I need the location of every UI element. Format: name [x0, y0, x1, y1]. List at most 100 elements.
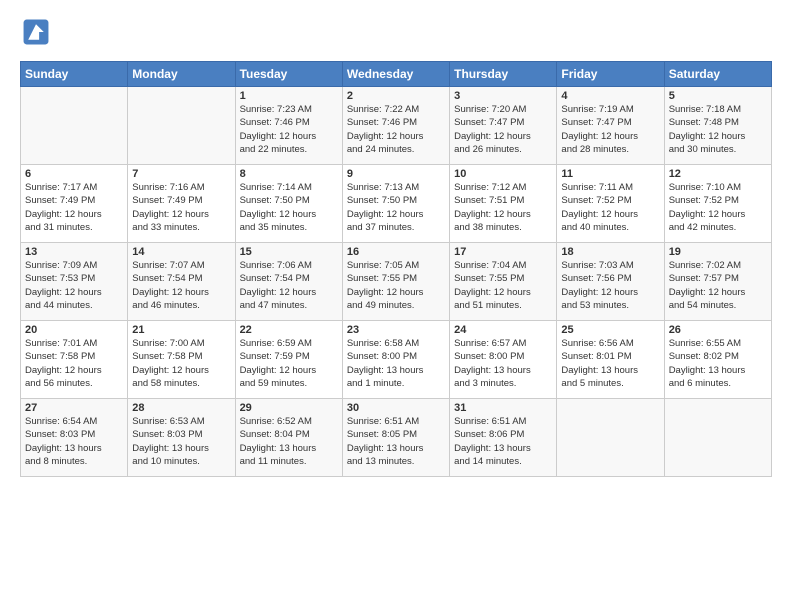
header-cell-wednesday: Wednesday: [342, 62, 449, 87]
day-info: Sunrise: 7:17 AM Sunset: 7:49 PM Dayligh…: [25, 181, 123, 234]
header-cell-tuesday: Tuesday: [235, 62, 342, 87]
logo-icon: [22, 18, 50, 46]
week-row-4: 27Sunrise: 6:54 AM Sunset: 8:03 PM Dayli…: [21, 399, 772, 477]
calendar-table: SundayMondayTuesdayWednesdayThursdayFrid…: [20, 61, 772, 477]
day-number: 13: [25, 246, 123, 258]
header-cell-sunday: Sunday: [21, 62, 128, 87]
day-number: 26: [669, 324, 767, 336]
day-cell: [664, 399, 771, 477]
day-info: Sunrise: 7:01 AM Sunset: 7:58 PM Dayligh…: [25, 337, 123, 390]
day-number: 2: [347, 90, 445, 102]
day-cell: 8Sunrise: 7:14 AM Sunset: 7:50 PM Daylig…: [235, 165, 342, 243]
day-number: 23: [347, 324, 445, 336]
day-cell: 9Sunrise: 7:13 AM Sunset: 7:50 PM Daylig…: [342, 165, 449, 243]
day-cell: 5Sunrise: 7:18 AM Sunset: 7:48 PM Daylig…: [664, 87, 771, 165]
day-info: Sunrise: 7:16 AM Sunset: 7:49 PM Dayligh…: [132, 181, 230, 234]
day-info: Sunrise: 7:18 AM Sunset: 7:48 PM Dayligh…: [669, 103, 767, 156]
day-cell: 18Sunrise: 7:03 AM Sunset: 7:56 PM Dayli…: [557, 243, 664, 321]
day-number: 28: [132, 402, 230, 414]
day-cell: 15Sunrise: 7:06 AM Sunset: 7:54 PM Dayli…: [235, 243, 342, 321]
day-number: 17: [454, 246, 552, 258]
day-info: Sunrise: 7:12 AM Sunset: 7:51 PM Dayligh…: [454, 181, 552, 234]
day-info: Sunrise: 6:59 AM Sunset: 7:59 PM Dayligh…: [240, 337, 338, 390]
day-info: Sunrise: 7:03 AM Sunset: 7:56 PM Dayligh…: [561, 259, 659, 312]
week-row-3: 20Sunrise: 7:01 AM Sunset: 7:58 PM Dayli…: [21, 321, 772, 399]
day-cell: 6Sunrise: 7:17 AM Sunset: 7:49 PM Daylig…: [21, 165, 128, 243]
day-cell: 28Sunrise: 6:53 AM Sunset: 8:03 PM Dayli…: [128, 399, 235, 477]
day-cell: 24Sunrise: 6:57 AM Sunset: 8:00 PM Dayli…: [450, 321, 557, 399]
day-cell: 21Sunrise: 7:00 AM Sunset: 7:58 PM Dayli…: [128, 321, 235, 399]
day-info: Sunrise: 6:52 AM Sunset: 8:04 PM Dayligh…: [240, 415, 338, 468]
day-cell: [128, 87, 235, 165]
day-number: 14: [132, 246, 230, 258]
day-cell: [557, 399, 664, 477]
day-cell: 19Sunrise: 7:02 AM Sunset: 7:57 PM Dayli…: [664, 243, 771, 321]
day-number: 15: [240, 246, 338, 258]
day-cell: 26Sunrise: 6:55 AM Sunset: 8:02 PM Dayli…: [664, 321, 771, 399]
day-info: Sunrise: 7:22 AM Sunset: 7:46 PM Dayligh…: [347, 103, 445, 156]
page: SundayMondayTuesdayWednesdayThursdayFrid…: [0, 0, 792, 487]
header-row: SundayMondayTuesdayWednesdayThursdayFrid…: [21, 62, 772, 87]
day-info: Sunrise: 7:10 AM Sunset: 7:52 PM Dayligh…: [669, 181, 767, 234]
day-number: 24: [454, 324, 552, 336]
day-cell: 13Sunrise: 7:09 AM Sunset: 7:53 PM Dayli…: [21, 243, 128, 321]
day-number: 25: [561, 324, 659, 336]
day-number: 21: [132, 324, 230, 336]
day-info: Sunrise: 6:56 AM Sunset: 8:01 PM Dayligh…: [561, 337, 659, 390]
day-number: 30: [347, 402, 445, 414]
week-row-2: 13Sunrise: 7:09 AM Sunset: 7:53 PM Dayli…: [21, 243, 772, 321]
day-number: 12: [669, 168, 767, 180]
day-number: 6: [25, 168, 123, 180]
day-number: 31: [454, 402, 552, 414]
day-number: 7: [132, 168, 230, 180]
day-cell: 4Sunrise: 7:19 AM Sunset: 7:47 PM Daylig…: [557, 87, 664, 165]
day-cell: 22Sunrise: 6:59 AM Sunset: 7:59 PM Dayli…: [235, 321, 342, 399]
day-info: Sunrise: 7:04 AM Sunset: 7:55 PM Dayligh…: [454, 259, 552, 312]
day-info: Sunrise: 7:23 AM Sunset: 7:46 PM Dayligh…: [240, 103, 338, 156]
day-cell: 12Sunrise: 7:10 AM Sunset: 7:52 PM Dayli…: [664, 165, 771, 243]
day-info: Sunrise: 7:11 AM Sunset: 7:52 PM Dayligh…: [561, 181, 659, 234]
week-row-1: 6Sunrise: 7:17 AM Sunset: 7:49 PM Daylig…: [21, 165, 772, 243]
day-cell: 31Sunrise: 6:51 AM Sunset: 8:06 PM Dayli…: [450, 399, 557, 477]
day-info: Sunrise: 7:02 AM Sunset: 7:57 PM Dayligh…: [669, 259, 767, 312]
day-cell: 30Sunrise: 6:51 AM Sunset: 8:05 PM Dayli…: [342, 399, 449, 477]
day-info: Sunrise: 7:05 AM Sunset: 7:55 PM Dayligh…: [347, 259, 445, 312]
day-number: 22: [240, 324, 338, 336]
day-cell: 25Sunrise: 6:56 AM Sunset: 8:01 PM Dayli…: [557, 321, 664, 399]
day-info: Sunrise: 6:58 AM Sunset: 8:00 PM Dayligh…: [347, 337, 445, 390]
day-number: 20: [25, 324, 123, 336]
day-cell: 1Sunrise: 7:23 AM Sunset: 7:46 PM Daylig…: [235, 87, 342, 165]
day-number: 18: [561, 246, 659, 258]
day-number: 3: [454, 90, 552, 102]
day-info: Sunrise: 7:20 AM Sunset: 7:47 PM Dayligh…: [454, 103, 552, 156]
day-cell: 11Sunrise: 7:11 AM Sunset: 7:52 PM Dayli…: [557, 165, 664, 243]
day-info: Sunrise: 6:55 AM Sunset: 8:02 PM Dayligh…: [669, 337, 767, 390]
day-info: Sunrise: 6:51 AM Sunset: 8:06 PM Dayligh…: [454, 415, 552, 468]
day-info: Sunrise: 7:14 AM Sunset: 7:50 PM Dayligh…: [240, 181, 338, 234]
day-cell: 17Sunrise: 7:04 AM Sunset: 7:55 PM Dayli…: [450, 243, 557, 321]
header-cell-thursday: Thursday: [450, 62, 557, 87]
day-cell: 14Sunrise: 7:07 AM Sunset: 7:54 PM Dayli…: [128, 243, 235, 321]
day-info: Sunrise: 6:57 AM Sunset: 8:00 PM Dayligh…: [454, 337, 552, 390]
day-number: 8: [240, 168, 338, 180]
day-cell: 16Sunrise: 7:05 AM Sunset: 7:55 PM Dayli…: [342, 243, 449, 321]
day-cell: 27Sunrise: 6:54 AM Sunset: 8:03 PM Dayli…: [21, 399, 128, 477]
day-number: 10: [454, 168, 552, 180]
day-number: 11: [561, 168, 659, 180]
day-cell: 29Sunrise: 6:52 AM Sunset: 8:04 PM Dayli…: [235, 399, 342, 477]
week-row-0: 1Sunrise: 7:23 AM Sunset: 7:46 PM Daylig…: [21, 87, 772, 165]
day-info: Sunrise: 6:51 AM Sunset: 8:05 PM Dayligh…: [347, 415, 445, 468]
day-info: Sunrise: 7:13 AM Sunset: 7:50 PM Dayligh…: [347, 181, 445, 234]
day-cell: 7Sunrise: 7:16 AM Sunset: 7:49 PM Daylig…: [128, 165, 235, 243]
header-cell-saturday: Saturday: [664, 62, 771, 87]
day-number: 27: [25, 402, 123, 414]
logo: [20, 18, 54, 51]
day-cell: 3Sunrise: 7:20 AM Sunset: 7:47 PM Daylig…: [450, 87, 557, 165]
day-number: 29: [240, 402, 338, 414]
day-info: Sunrise: 7:00 AM Sunset: 7:58 PM Dayligh…: [132, 337, 230, 390]
day-cell: 10Sunrise: 7:12 AM Sunset: 7:51 PM Dayli…: [450, 165, 557, 243]
day-number: 1: [240, 90, 338, 102]
day-info: Sunrise: 6:54 AM Sunset: 8:03 PM Dayligh…: [25, 415, 123, 468]
day-info: Sunrise: 7:19 AM Sunset: 7:47 PM Dayligh…: [561, 103, 659, 156]
day-cell: 23Sunrise: 6:58 AM Sunset: 8:00 PM Dayli…: [342, 321, 449, 399]
